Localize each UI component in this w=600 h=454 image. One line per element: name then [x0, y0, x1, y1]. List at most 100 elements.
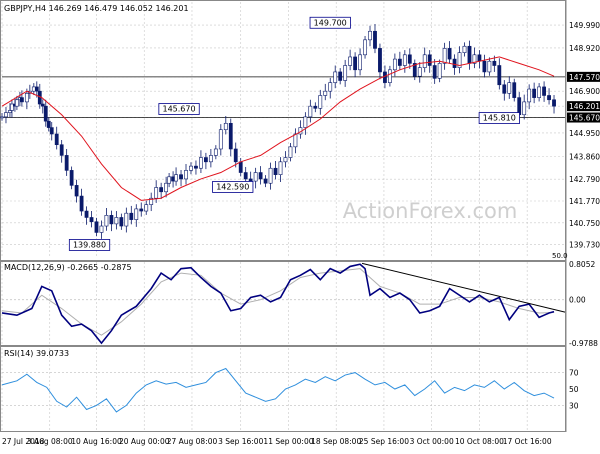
price-candle-body — [59, 144, 64, 156]
price-candle-body — [0, 116, 4, 119]
price-candle-body — [482, 60, 487, 73]
price-candle-body — [328, 82, 333, 92]
price-candle-body — [199, 157, 203, 169]
price-candle-body — [462, 45, 467, 53]
x-tick-label: 10 Oct 08:00 — [455, 437, 504, 446]
price-candle-body — [268, 167, 273, 184]
price-candle-body — [492, 60, 497, 66]
price-candle-body — [288, 146, 293, 158]
x-tick-label: 17 Oct 16:00 — [503, 437, 552, 446]
price-candle-body — [348, 56, 353, 66]
price-candle-body — [46, 120, 51, 128]
price-candle-body — [283, 157, 288, 163]
price-candle-body — [278, 161, 283, 175]
chart-canvas: ActionForex.com 149.700 145.670 142.590 139… — [0, 0, 600, 446]
price-candle-body — [134, 208, 139, 220]
macd-tick-label: 0.00 — [569, 296, 586, 305]
price-candle-body — [437, 63, 442, 79]
price-candle-body — [40, 103, 45, 107]
moving-average-line — [1, 56, 555, 201]
price-candle-body — [388, 69, 392, 83]
price-tick-label: 148.920 — [569, 44, 600, 53]
price-candle-body — [502, 84, 507, 94]
price-candle-body — [49, 127, 54, 135]
price-candle-body — [223, 122, 228, 131]
price-candle-body — [522, 101, 527, 116]
price-tick-label: 143.860 — [569, 152, 600, 161]
price-candle-body — [243, 172, 248, 180]
price-candle-body — [228, 122, 233, 150]
price-tick-label: 140.750 — [569, 219, 600, 228]
price-candle-body — [54, 133, 59, 146]
price-candle-body — [318, 95, 323, 109]
price-candle-body — [179, 174, 183, 180]
level-price-label: 145.670 — [569, 114, 600, 123]
price-candle-body — [253, 172, 258, 182]
price-candle-body — [537, 86, 542, 98]
watermark-layer: ActionForex.com — [343, 199, 518, 223]
price-candle-body — [527, 88, 532, 103]
price-candle-body — [353, 56, 357, 71]
price-candle-body — [368, 30, 372, 41]
price-candle-body — [323, 90, 328, 96]
price-candle-body — [139, 208, 144, 212]
price-candle-body — [144, 204, 149, 212]
price-candle-body — [89, 217, 94, 223]
price-candle-body — [109, 215, 114, 225]
price-candle-body — [164, 182, 169, 193]
x-tick-label: 3 Oct 00:00 — [410, 437, 454, 446]
price-candle-body — [4, 112, 8, 118]
price-candle-body — [497, 65, 502, 86]
price-candle-body — [432, 65, 437, 79]
macd-header: MACD(12,26,9) -0.2665 -0.2875 — [4, 263, 132, 272]
price-candle-body — [542, 86, 546, 96]
rsi-tick-label: 50 — [569, 385, 579, 394]
price-candle-body — [258, 172, 263, 180]
price-candle-body — [8, 110, 12, 113]
price-candle-body — [358, 54, 362, 71]
price-candle-body — [154, 187, 159, 199]
macd-tick-label: 0.8052 — [569, 260, 595, 269]
watermark: ActionForex.com — [343, 199, 518, 223]
price-annotation-label: 145.670 — [162, 105, 195, 114]
x-tick-label: 25 Sep 16:00 — [359, 437, 409, 446]
price-candle-body — [189, 165, 193, 171]
price-candle-body — [467, 45, 472, 64]
x-tick-label: 11 Sep 00:00 — [263, 437, 313, 446]
price-candle-body — [452, 58, 457, 68]
price-candle-body — [15, 99, 19, 107]
price-candle-body — [532, 88, 537, 98]
macd-signal-line — [1, 268, 555, 336]
scale-label: 50.0 — [552, 252, 568, 260]
rsi-panel-frame — [0, 346, 566, 432]
price-candle-body — [507, 82, 512, 94]
current-price-label: 146.201 — [569, 102, 600, 111]
price-candle-body — [293, 133, 298, 148]
macd-tick-label: -0.9788 — [569, 339, 598, 348]
price-candle-body — [213, 148, 218, 156]
price-annotation-label: 139.880 — [73, 240, 106, 249]
price-header: GBPJPY,H4 146.269 146.479 146.052 146.20… — [4, 4, 189, 13]
price-candle-body — [402, 54, 407, 66]
x-tick-label: 3 Sep 16:00 — [218, 437, 264, 446]
price-candle-body — [512, 82, 517, 98]
price-candle-body — [24, 93, 29, 103]
x-tick-label: 18 Sep 08:00 — [311, 437, 361, 446]
price-candle-body — [238, 161, 243, 173]
price-candle-body — [383, 71, 387, 83]
price-candle-body — [248, 178, 253, 182]
x-tick-label: 10 Aug 16:00 — [71, 437, 122, 446]
price-candle-body — [487, 60, 492, 73]
rsi-tick-label: 30 — [569, 401, 579, 410]
price-candle-body — [69, 170, 74, 186]
price-candle-body — [552, 99, 556, 107]
price-candle-body — [378, 48, 382, 73]
price-tick-label: 146.900 — [569, 87, 600, 96]
price-candle-body — [308, 105, 313, 118]
price-candle-body — [547, 95, 551, 101]
price-candle-body — [397, 58, 402, 66]
price-tick-label: 144.950 — [569, 129, 600, 138]
x-tick-label: 27 Aug 08:00 — [167, 437, 218, 446]
price-candle-body — [442, 48, 447, 64]
price-candle-body — [114, 217, 119, 225]
